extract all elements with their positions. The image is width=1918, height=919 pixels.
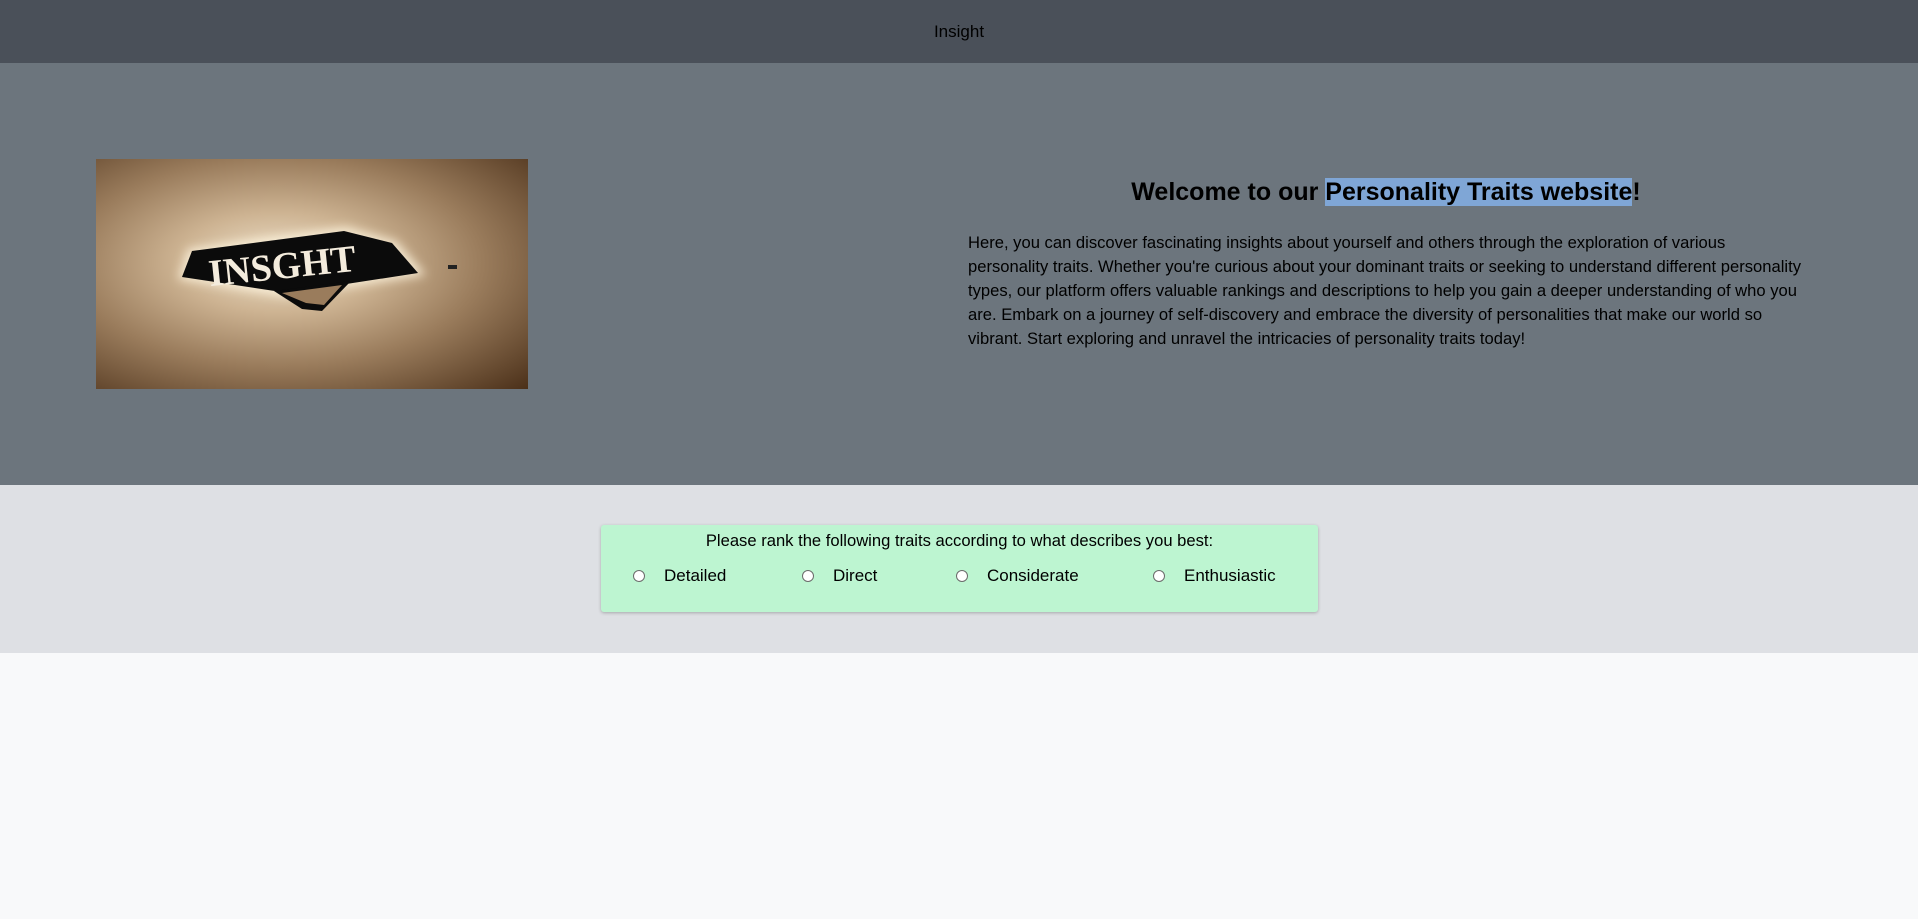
trait-label-detailed: Detailed xyxy=(664,566,727,585)
trait-option-enthusiastic[interactable]: Enthusiastic xyxy=(1153,566,1276,586)
trait-option-considerate[interactable]: Considerate xyxy=(956,566,1079,586)
hero-title-highlight: Personality Traits website xyxy=(1325,178,1633,206)
trait-option-direct[interactable]: Direct xyxy=(802,566,877,586)
hero-title-suffix: ! xyxy=(1632,178,1641,206)
trait-radio-direct[interactable] xyxy=(802,570,814,582)
hero-title: Welcome to our Personality Traits websit… xyxy=(968,175,1804,209)
hero-section: INSGHT Welcome to our Personality Traits… xyxy=(0,63,1918,485)
trait-radio-enthusiastic[interactable] xyxy=(1153,570,1165,582)
site-title[interactable]: Insight xyxy=(934,22,984,42)
trait-label-direct: Direct xyxy=(833,566,878,585)
hero-text-block: Welcome to our Personality Traits websit… xyxy=(968,175,1804,351)
trait-radio-detailed[interactable] xyxy=(633,570,645,582)
ranking-section: Please rank the following traits accordi… xyxy=(0,485,1918,653)
hero-logo-image: INSGHT xyxy=(96,159,528,389)
page-empty-area xyxy=(0,653,1918,919)
ranking-card: Please rank the following traits accordi… xyxy=(601,525,1318,612)
trait-label-considerate: Considerate xyxy=(987,566,1079,585)
hero-title-prefix: Welcome to our xyxy=(1131,178,1326,206)
trait-label-enthusiastic: Enthusiastic xyxy=(1184,566,1276,585)
insight-logo-graphic: INSGHT xyxy=(178,227,457,311)
trait-radio-considerate[interactable] xyxy=(956,570,968,582)
trait-option-detailed[interactable]: Detailed xyxy=(633,566,726,586)
hero-description: Here, you can discover fascinating insig… xyxy=(968,233,1801,348)
top-navbar: Insight xyxy=(0,0,1918,63)
ranking-prompt: Please rank the following traits accordi… xyxy=(705,531,1214,550)
